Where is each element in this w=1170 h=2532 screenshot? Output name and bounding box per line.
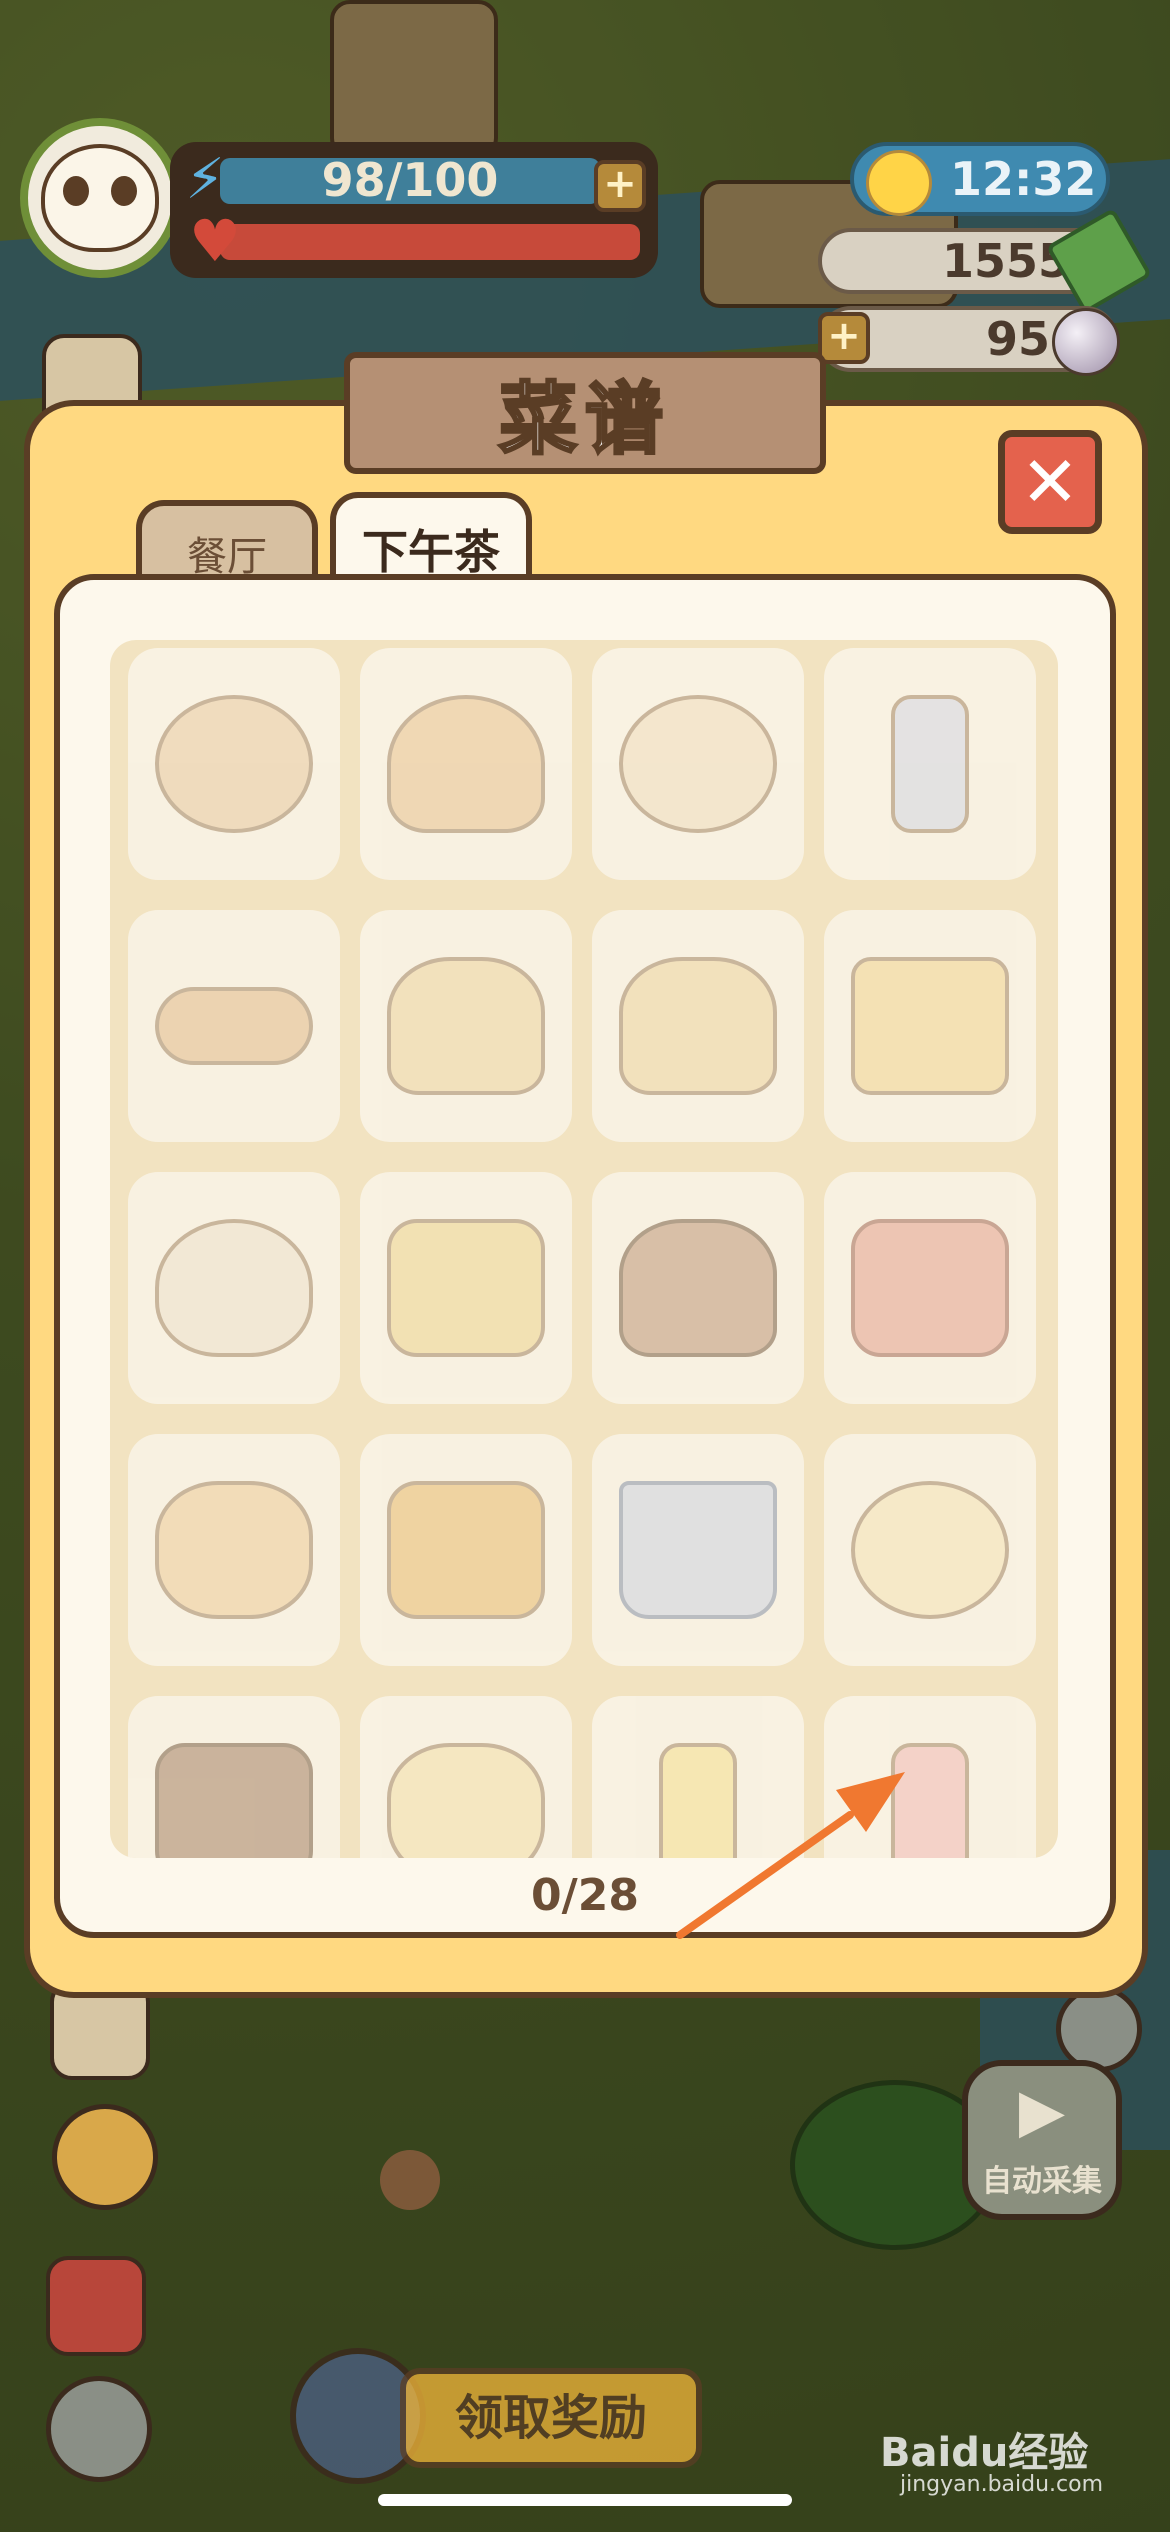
add-energy-button[interactable]: +	[594, 160, 646, 212]
donut-icon	[155, 695, 313, 833]
recipe-card[interactable]	[360, 910, 572, 1142]
player-avatar[interactable]	[20, 118, 180, 278]
strawberry-mousse-icon	[851, 1219, 1009, 1357]
paw-icon[interactable]	[46, 2376, 152, 2482]
auto-collect-label: 自动采集	[982, 2164, 1102, 2199]
wrapped-cake-icon	[851, 957, 1009, 1095]
berry-tart-icon	[387, 1743, 545, 1858]
recipe-card[interactable]	[824, 1172, 1036, 1404]
tart-icon	[619, 695, 777, 833]
pudding-icon	[387, 957, 545, 1095]
swiss-roll-icon	[155, 1481, 313, 1619]
recipe-card[interactable]	[128, 910, 340, 1142]
recipe-card[interactable]	[128, 1172, 340, 1404]
mango-pudding-icon	[851, 1481, 1009, 1619]
pearl-icon	[1052, 308, 1120, 376]
modal-title: 菜谱	[497, 374, 671, 467]
panda-icon	[41, 144, 159, 252]
watermark-brand: Baidu经验	[880, 2430, 1089, 2476]
recipe-card[interactable]	[824, 910, 1036, 1142]
flower-bottle-icon	[891, 695, 969, 833]
croissant-icon	[387, 695, 545, 833]
blueberry-parfait-icon	[619, 1481, 777, 1619]
recipe-card[interactable]	[360, 1172, 572, 1404]
chocolate-cake-icon	[155, 1743, 313, 1858]
home-indicator[interactable]	[378, 2494, 792, 2506]
recipe-card[interactable]	[128, 1434, 340, 1666]
mango-cake-icon	[387, 1481, 545, 1619]
play-icon: ▶	[1018, 2076, 1066, 2146]
fruit-cake-icon	[387, 1219, 545, 1357]
recipe-card[interactable]	[592, 1434, 804, 1666]
heart-icon: ♥	[189, 207, 241, 275]
recipe-card[interactable]	[592, 910, 804, 1142]
recipe-card[interactable]	[360, 1434, 572, 1666]
claim-reward-button[interactable]: 领取奖励	[400, 2368, 702, 2468]
baguettes-icon	[155, 987, 313, 1065]
recipe-card[interactable]	[360, 1696, 572, 1858]
close-button[interactable]: ✕	[998, 430, 1102, 534]
cookie-bag-icon	[155, 1219, 313, 1357]
auto-collect-button[interactable]: ▶ 自动采集	[962, 2060, 1122, 2220]
blueberry-pudding-icon	[619, 957, 777, 1095]
recipe-card[interactable]	[592, 648, 804, 880]
recipe-card[interactable]	[128, 1696, 340, 1858]
lemon-juice-icon	[659, 1743, 737, 1858]
health-bar	[220, 224, 640, 260]
recipe-card[interactable]	[128, 648, 340, 880]
recipe-card[interactable]	[824, 648, 1036, 880]
modal-title-plate: 菜谱	[344, 352, 826, 474]
recipe-card[interactable]	[824, 1696, 1036, 1858]
cherry-choco-cake-icon	[619, 1219, 777, 1357]
game-time: 12:32	[950, 152, 1097, 206]
recipe-card[interactable]	[592, 1696, 804, 1858]
energy-value: 98/100	[321, 153, 499, 207]
add-pearl-button[interactable]: +	[818, 312, 870, 364]
lightning-icon: ⚡	[185, 147, 225, 212]
recipe-grid	[110, 640, 1058, 1858]
coin-value: 1555	[941, 234, 1070, 288]
magnifier-icon[interactable]	[52, 2104, 158, 2210]
recipe-card[interactable]	[360, 648, 572, 880]
peach-juice-icon	[891, 1743, 969, 1858]
sun-icon	[866, 150, 932, 216]
recipe-card[interactable]	[824, 1434, 1036, 1666]
recipe-card[interactable]	[592, 1172, 804, 1404]
recipe-progress: 0/28	[531, 1870, 639, 1921]
backpack-icon[interactable]	[46, 2256, 146, 2356]
pearl-value: 95	[985, 312, 1050, 366]
watermark-url: jingyan.baidu.com	[900, 2472, 1104, 2497]
